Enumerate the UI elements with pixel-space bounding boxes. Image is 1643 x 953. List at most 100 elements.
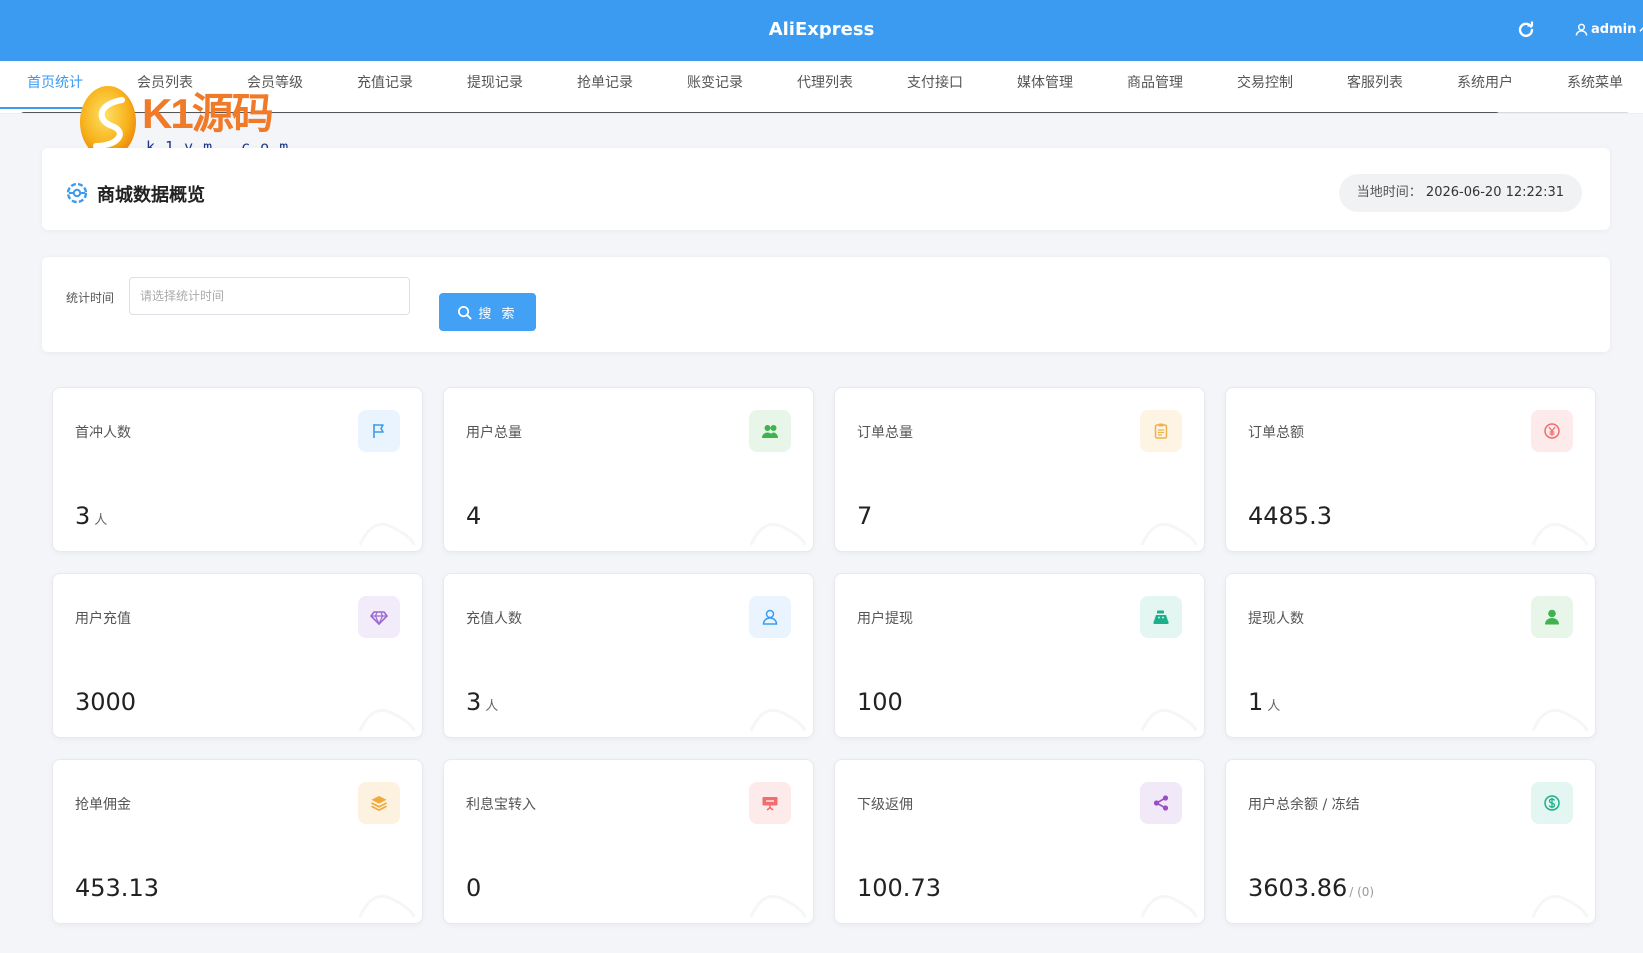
- chevron-up-icon: [1639, 27, 1643, 32]
- yen-icon: [1531, 410, 1573, 452]
- nav-tab[interactable]: 商品管理: [1100, 61, 1210, 109]
- stat-value-row: 3人: [75, 502, 107, 530]
- stat-value: 7: [857, 502, 873, 530]
- dollar-circle-icon: [1531, 782, 1573, 824]
- stat-label: 用户总量: [466, 425, 522, 441]
- stat-unit: 人: [1267, 699, 1281, 714]
- stat-card: 用户总量 4: [443, 387, 814, 552]
- stat-card: 用户总余额 / 冻结 3603.86/ (0): [1225, 759, 1596, 924]
- app-title: AliExpress: [768, 19, 875, 40]
- stat-label: 首冲人数: [75, 425, 131, 441]
- diamond-icon: [358, 596, 400, 638]
- users-icon: [749, 410, 791, 452]
- stat-value-row: 4: [466, 502, 481, 530]
- stat-label: 充值人数: [466, 611, 522, 627]
- stat-value-row: 3人: [466, 688, 498, 716]
- search-panel: 统计时间 搜 索: [42, 257, 1610, 352]
- stat-card: 用户提现 100: [834, 573, 1205, 738]
- background-decoration-icon: [743, 507, 809, 547]
- nav-tab[interactable]: 抢单记录: [550, 61, 660, 109]
- layers-icon: [358, 782, 400, 824]
- local-time-value: 2026-06-20 12:22:31: [1425, 185, 1564, 200]
- share-icon: [1140, 782, 1182, 824]
- stat-value-row: 7: [857, 502, 872, 530]
- stat-card: 首冲人数 3 人: [52, 387, 423, 552]
- background-decoration-icon: [1525, 879, 1591, 919]
- nav-tab[interactable]: 充值记录: [330, 61, 440, 109]
- stat-time-label: 统计时间: [66, 291, 115, 305]
- stat-value-row: 4485.3: [1248, 502, 1332, 530]
- top-bar: AliExpress admin: [0, 0, 1643, 61]
- search-icon: [458, 305, 472, 320]
- nav-tab[interactable]: 系统用户: [1430, 61, 1540, 109]
- nav-tab[interactable]: 媒体管理: [990, 61, 1100, 109]
- stat-card: 提现人数 1 人: [1225, 573, 1596, 738]
- stat-label: 用户提现: [857, 611, 913, 627]
- stat-card: 利息宝转入 0: [443, 759, 814, 924]
- stat-value-row: 1人: [1248, 688, 1280, 716]
- background-decoration-icon: [743, 879, 809, 919]
- user-name: admin: [1591, 22, 1637, 37]
- refresh-icon[interactable]: [1516, 20, 1536, 40]
- stat-card: 充值人数 3 人: [443, 573, 814, 738]
- stat-label: 下级返佣: [857, 797, 913, 813]
- nav-tab[interactable]: 账变记录: [660, 61, 770, 109]
- background-decoration-icon: [1134, 507, 1200, 547]
- nav-tab[interactable]: 系统菜单: [1540, 61, 1643, 109]
- stat-label: 提现人数: [1248, 611, 1304, 627]
- stat-card: 订单总额 4485.3: [1225, 387, 1596, 552]
- clipboard-icon: [1140, 410, 1182, 452]
- stat-value: 4485.3: [1248, 502, 1332, 530]
- stat-card: 订单总量 7: [834, 387, 1205, 552]
- search-button-label: 搜 索: [478, 306, 518, 322]
- background-decoration-icon: [352, 507, 418, 547]
- background-decoration-icon: [743, 693, 809, 733]
- stat-value: 100: [857, 688, 903, 716]
- stat-value: 453.13: [75, 874, 159, 902]
- nav-tab[interactable]: 支付接口: [880, 61, 990, 109]
- stat-value: 3603.86: [1248, 874, 1348, 902]
- stat-label: 用户充值: [75, 611, 131, 627]
- stat-label: 用户总余额 / 冻结: [1248, 797, 1360, 813]
- stat-label: 抢单佣金: [75, 797, 131, 813]
- stat-value: 1: [1248, 688, 1264, 716]
- page-title: 商城数据概览: [97, 185, 205, 206]
- background-decoration-icon: [1525, 507, 1591, 547]
- stat-value: 3: [466, 688, 482, 716]
- stat-value-row: 3000: [75, 688, 136, 716]
- search-button[interactable]: 搜 索: [439, 293, 536, 331]
- background-decoration-icon: [1134, 879, 1200, 919]
- dashboard-gear-icon: [64, 180, 90, 206]
- stat-card: 抢单佣金 453.13: [52, 759, 423, 924]
- stat-frozen-value: / (0): [1349, 885, 1375, 899]
- stat-value-row: 100.73: [857, 874, 941, 902]
- overview-header: 商城数据概览 当地时间： 2026-06-20 12:22:31: [42, 148, 1610, 230]
- user-solid-icon: [1531, 596, 1573, 638]
- background-decoration-icon: [352, 879, 418, 919]
- stat-time-input[interactable]: [129, 277, 410, 315]
- stat-value-row: 100: [857, 688, 903, 716]
- stat-label: 订单总额: [1248, 425, 1304, 441]
- stat-card: 下级返佣 100.73: [834, 759, 1205, 924]
- user-menu[interactable]: admin: [1575, 22, 1643, 37]
- stat-label: 利息宝转入: [466, 797, 536, 813]
- stat-value: 4: [466, 502, 482, 530]
- stat-value-row: 0: [466, 874, 481, 902]
- stat-value-row: 453.13: [75, 874, 159, 902]
- cash-register-icon: [1140, 596, 1182, 638]
- nav-tab[interactable]: 客服列表: [1320, 61, 1430, 109]
- nav-tab[interactable]: 交易控制: [1210, 61, 1320, 109]
- nav-tab[interactable]: 代理列表: [770, 61, 880, 109]
- stat-label: 订单总量: [857, 425, 913, 441]
- flag-icon: [358, 410, 400, 452]
- stat-value: 0: [466, 874, 482, 902]
- stat-card: 用户充值 3000: [52, 573, 423, 738]
- stat-unit: 人: [94, 513, 108, 528]
- watermark-text: K1源码: [142, 90, 274, 137]
- background-decoration-icon: [1525, 693, 1591, 733]
- user-icon: [1575, 23, 1588, 36]
- nav-tab[interactable]: 提现记录: [440, 61, 550, 109]
- stat-value: 3: [75, 502, 91, 530]
- background-decoration-icon: [1134, 693, 1200, 733]
- presentation-icon: [749, 782, 791, 824]
